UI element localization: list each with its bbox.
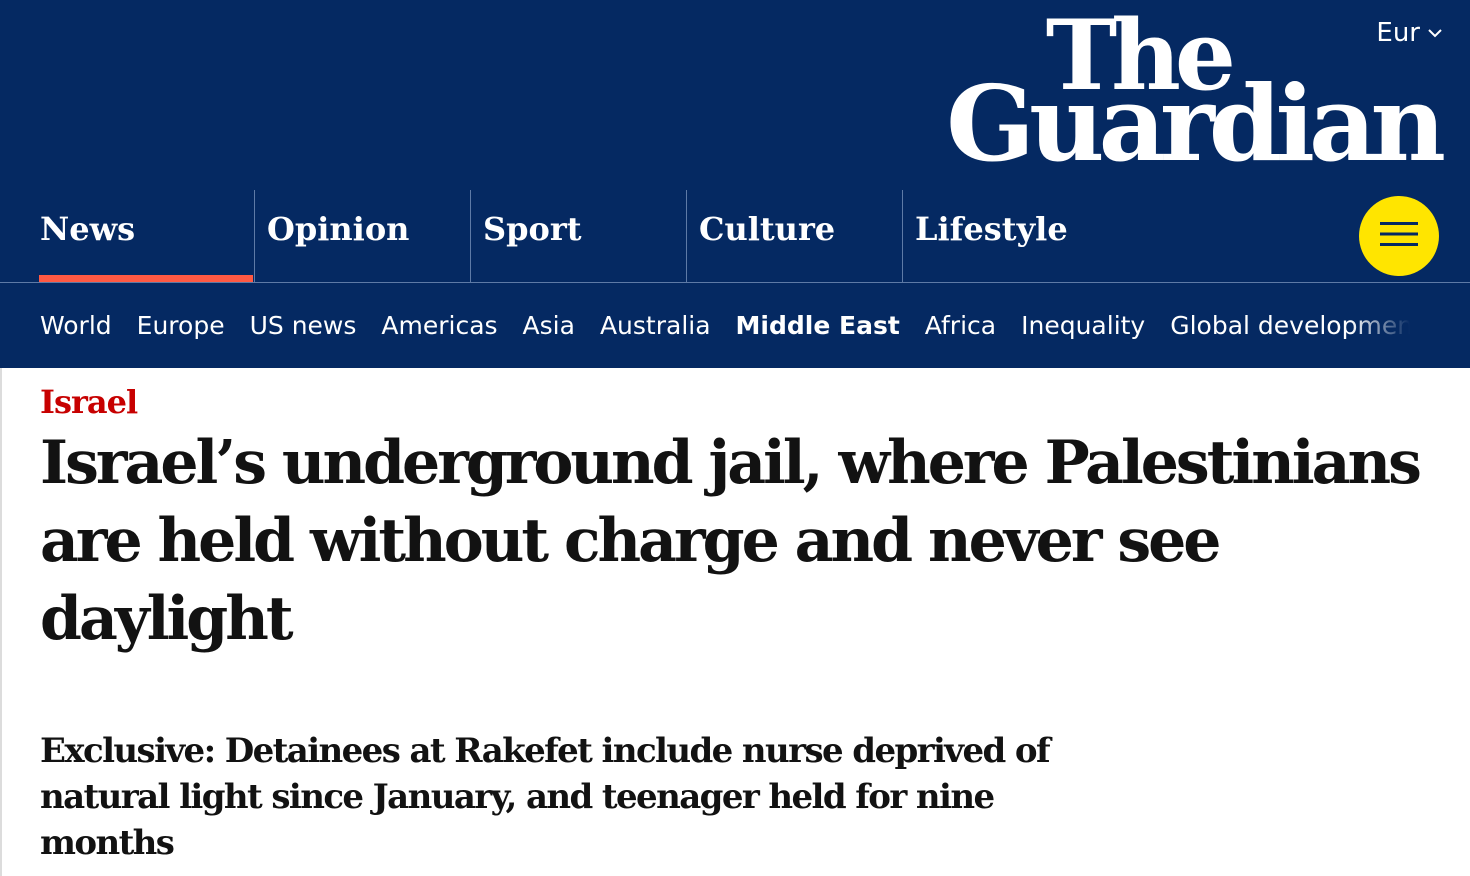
subnav-item-africa[interactable]: Africa [925,311,996,340]
pillar-sport[interactable]: Sport [470,190,686,282]
subnav-item-europe[interactable]: Europe [137,311,225,340]
article-standfirst: Exclusive: Detainees at Rakefet include … [40,731,1051,863]
pillar-lifestyle[interactable]: Lifestyle [902,190,1118,282]
subnav-item-americas[interactable]: Americas [381,311,497,340]
guardian-logo[interactable]: The Guardian [930,8,1446,185]
subnav-fade [1350,290,1410,360]
section-kicker[interactable]: Israel [40,383,138,421]
menu-button[interactable] [1359,196,1439,276]
subnav-item-world[interactable]: World [40,311,112,340]
subnav-item-asia[interactable]: Asia [523,311,575,340]
article-headline: Israel’s underground jail, where Palesti… [40,428,1422,654]
section-subnav: World Europe US news Americas Asia Austr… [40,283,1410,368]
subnav-item-middle-east[interactable]: Middle East [736,311,900,340]
pillar-label: Sport [483,210,582,248]
subnav-item-australia[interactable]: Australia [600,311,711,340]
pillar-label: Culture [699,210,836,248]
masthead: Eur The Guardian News Opinion Sport Cult… [0,0,1470,368]
active-pillar-underline [39,275,253,282]
logo-line-guardian: Guardian [946,62,1446,185]
subnav-item-us-news[interactable]: US news [250,311,357,340]
subnav-item-inequality[interactable]: Inequality [1021,311,1145,340]
content-border [0,368,2,876]
pillar-label: Lifestyle [915,210,1068,248]
pillar-nav: News Opinion Sport Culture Lifestyle [0,190,1470,282]
pillar-opinion[interactable]: Opinion [254,190,470,282]
pillar-news[interactable]: News [28,190,253,282]
pillar-culture[interactable]: Culture [686,190,902,282]
hamburger-menu-icon [1380,221,1418,252]
pillar-label: Opinion [267,210,410,248]
pillar-label: News [40,210,136,248]
